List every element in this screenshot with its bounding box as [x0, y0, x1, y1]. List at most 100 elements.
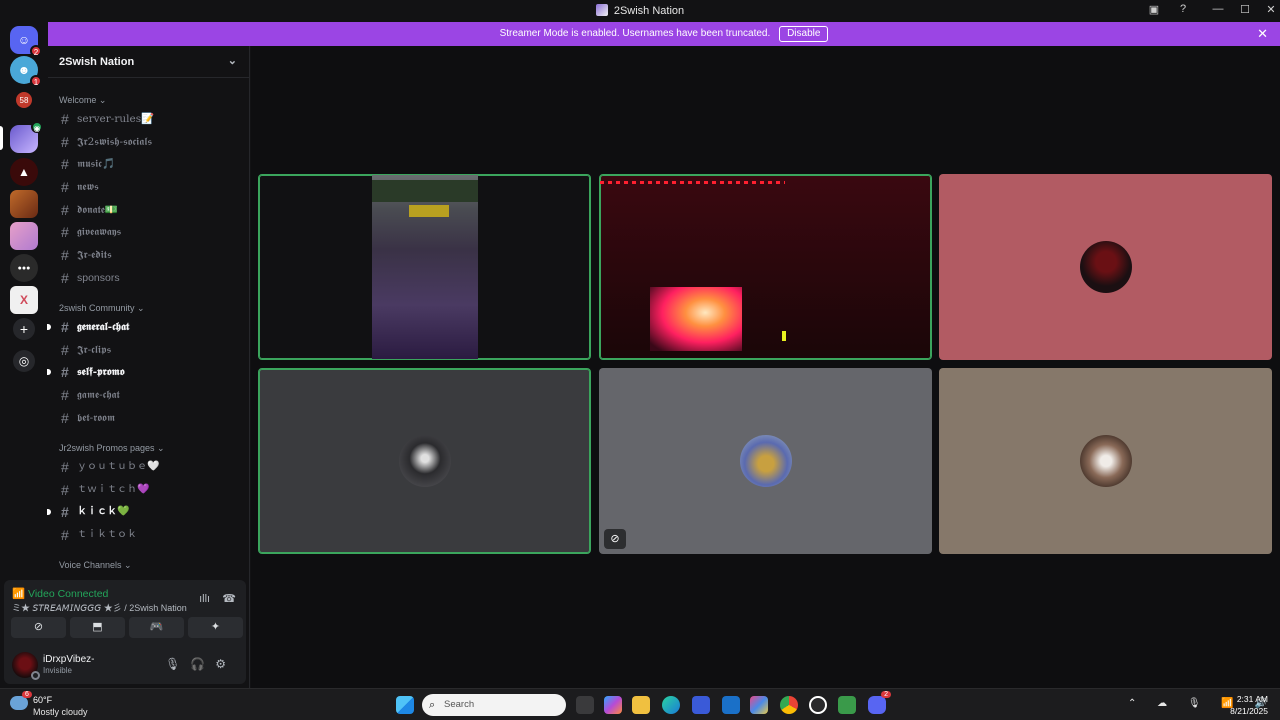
hash-icon: # [61, 459, 69, 475]
server-2swish-icon[interactable]: ◉ [10, 121, 43, 153]
category-welcome[interactable]: Welcome ⌄ [48, 92, 117, 108]
username[interactable]: iDrxpVibez- [43, 654, 95, 665]
obs-icon[interactable] [809, 696, 827, 714]
add-server-icon[interactable]: + [13, 318, 35, 340]
inbox-icon[interactable]: ▣ [1146, 3, 1162, 16]
channel-item[interactable]: # 𝖉𝖔𝖓𝖆𝖙𝖊💵 [56, 199, 242, 221]
discord-home-icon[interactable]: ☺ 2 [10, 26, 42, 57]
discover-icon[interactable]: ◎ [13, 350, 35, 372]
store-icon[interactable] [692, 696, 710, 714]
channel-item[interactable]: # ｔｗｉｔｃｈ💜 [56, 479, 242, 501]
voice-status[interactable]: 📶 Video Connected [12, 587, 108, 600]
server-anime-icon[interactable] [10, 190, 38, 218]
start-icon[interactable] [396, 696, 414, 714]
m365-icon[interactable] [750, 696, 768, 714]
hash-icon: # [61, 224, 69, 240]
tile-avatar-4[interactable] [939, 368, 1272, 554]
task-view-icon[interactable] [576, 696, 594, 714]
weather-temp: 60°F [33, 695, 53, 705]
channel-label: ｔｗｉｔｃｈ💜 [77, 484, 150, 495]
channel-item[interactable]: # server-rules📝 [56, 108, 242, 130]
channel-item[interactable]: # sponsors [56, 267, 242, 289]
channel-item[interactable]: # ｋｉｃｋ💚 [47, 501, 242, 523]
tile-avatar-3[interactable]: ⊘ [599, 368, 932, 554]
server-colorful-icon[interactable]: ●●● [10, 254, 38, 282]
channel-label: 𝖌𝖎𝖛𝖊𝖆𝖜𝖆𝖞𝖘 [77, 226, 122, 238]
search-input[interactable]: ⌕ Search [422, 694, 566, 716]
activities-button[interactable]: 🎮 [129, 617, 184, 638]
copilot-icon[interactable] [604, 696, 622, 714]
app-icon[interactable] [838, 696, 856, 714]
disconnect-icon[interactable]: ☎ [222, 593, 236, 605]
category-voice[interactable]: Voice Channels ⌄ [48, 557, 143, 573]
unread-indicator [47, 369, 51, 375]
video-screen [650, 287, 742, 351]
video-feed-detail [372, 180, 478, 202]
tile-stream-1[interactable] [258, 174, 591, 360]
user-controls[interactable]: 🎙🎧⚙ [165, 657, 236, 671]
channel-item[interactable]: # 𝖌𝖊𝖓𝖊𝖗𝖆𝖑-𝖈𝖍𝖆𝖙 [47, 316, 242, 338]
edge-icon[interactable] [662, 696, 680, 714]
hash-icon: # [61, 387, 69, 403]
window-title: 2Swish Nation [0, 4, 1280, 17]
streamer-mode-banner: Streamer Mode is enabled. Usernames have… [48, 22, 1280, 46]
channel-item[interactable]: # ｔｉｋｔｏｋ [56, 524, 242, 546]
windows-taskbar: 6 60°F Mostly cloudy ⌕ Search 2 ⌃ ☁ 🎙 📶 🔊… [0, 688, 1280, 720]
discord-icon[interactable]: 2 [868, 691, 891, 714]
server-x-icon[interactable]: X [10, 286, 38, 314]
channel-item[interactable]: # 𝖌𝖆𝖒𝖊-𝖈𝖍𝖆𝖙 [56, 384, 242, 406]
maximize-button[interactable]: ☐ [1237, 3, 1253, 16]
file-explorer-icon[interactable] [632, 696, 650, 714]
channel-label: server-rules📝 [77, 113, 155, 125]
channel-item[interactable]: # 𝕵𝖗2𝖘𝖜𝖎𝖘𝖍-𝖘𝖔𝖈𝖎𝖆𝖑𝖘 [56, 131, 242, 153]
channel-item[interactable]: # 𝖒𝖚𝖘𝖎𝖈🎵 [56, 153, 242, 175]
hash-icon: # [61, 527, 69, 543]
disable-streamer-mode-button[interactable]: Disable [779, 26, 829, 42]
voice-channel-label[interactable]: ミ★ 𝘚𝘛𝘙𝘌𝘈𝘔𝘐𝘕𝘎𝘎𝘎 ★彡 / 2Swish Nation [12, 601, 187, 614]
channel-item[interactable]: # 𝕵𝖗-𝖈𝖑𝖎𝖕𝖘 [56, 339, 242, 361]
channel-item[interactable]: # 𝖘𝖊𝖑𝖋-𝖕𝖗𝖔𝖒𝖔 [47, 361, 242, 383]
channel-item[interactable]: # ｙｏｕｔｕｂｅ🤍 [56, 456, 242, 478]
hash-icon: # [61, 319, 69, 335]
camera-off-button[interactable]: ⊘ [11, 617, 66, 638]
server-header[interactable]: 2Swish Nation ⌄ [48, 46, 249, 78]
unread-indicator [47, 509, 51, 515]
screen-share-button[interactable]: ⬒ [70, 617, 125, 638]
close-button[interactable]: ✕ [1263, 3, 1279, 16]
cloud-icon [10, 696, 28, 710]
noise-suppression-icon[interactable]: ıllı [199, 593, 210, 605]
channel-item[interactable]: # 𝖌𝖎𝖛𝖊𝖆𝖜𝖆𝖞𝖘 [56, 221, 242, 243]
channel-item[interactable]: # 𝕵𝖗-𝖊𝖉𝖎𝖙𝖘 [56, 244, 242, 266]
clock[interactable]: 2:31 AM 8/21/2025 [1230, 693, 1268, 717]
banner-close-icon[interactable]: ✕ [1257, 22, 1268, 46]
category-community[interactable]: 2swish Community ⌄ [48, 300, 156, 316]
help-icon[interactable]: ? [1175, 3, 1191, 15]
channel-label: 𝖇𝖊𝖙-𝖗𝖔𝖔𝖒 [77, 412, 116, 424]
server-58-icon[interactable]: 58 [16, 92, 32, 108]
tile-avatar-2[interactable] [258, 368, 591, 554]
category-promos[interactable]: Jr2swish Promos pages ⌄ [48, 440, 176, 456]
clock-time: 2:31 AM [1236, 694, 1268, 704]
server-red-icon[interactable]: ▲ [10, 158, 38, 186]
avatar [1079, 435, 1132, 487]
tile-stream-2[interactable] [599, 174, 932, 360]
channel-label: ｔｉｋｔｏｋ [77, 529, 137, 540]
channel-label: 𝕵𝖗2𝖘𝖜𝖎𝖘𝖍-𝖘𝖔𝖈𝖎𝖆𝖑𝖘 [77, 136, 153, 148]
channel-item[interactable]: # 𝖇𝖊𝖙-𝖗𝖔𝖔𝖒 [56, 407, 242, 429]
chrome-icon[interactable] [780, 696, 798, 714]
tile-avatar-1[interactable] [939, 174, 1272, 360]
voice-actions: ıllı ☎ [199, 592, 236, 605]
outlook-icon[interactable] [722, 696, 740, 714]
hash-icon: # [61, 270, 69, 286]
channel-item[interactable]: # 𝖓𝖊𝖜𝖘 [56, 176, 242, 198]
search-icon: ⌕ [429, 699, 436, 711]
server-smiley-icon[interactable]: ☻ 1 [10, 56, 42, 87]
avatar[interactable] [12, 652, 40, 680]
server-pink-icon[interactable] [10, 222, 38, 250]
soundboard-button[interactable]: ✦ [188, 617, 243, 638]
camera-off-icon: ⊘ [604, 529, 626, 549]
server-name: 2Swish Nation [59, 56, 135, 68]
hash-icon: # [61, 504, 69, 520]
avatar [398, 435, 451, 487]
minimize-button[interactable]: — [1210, 3, 1226, 15]
